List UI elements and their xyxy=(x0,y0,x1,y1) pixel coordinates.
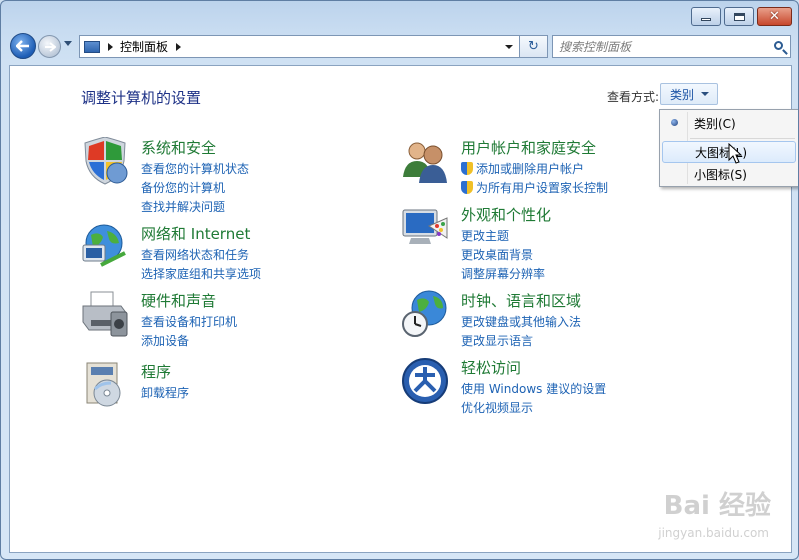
search-icon[interactable] xyxy=(774,41,783,50)
control-panel-icon xyxy=(84,40,100,53)
users-icon xyxy=(403,142,447,183)
link-view-computer-status[interactable]: 查看您的计算机状态 xyxy=(141,160,249,179)
control-panel-window: ✕ 控制面板 ↻ 搜索控制面板 调整计算机的设置 查看方式: 类别 系统和安全 … xyxy=(0,0,799,560)
address-bar[interactable]: 控制面板 xyxy=(79,35,520,58)
breadcrumb-separator-icon[interactable] xyxy=(176,42,182,51)
link-devices-printers[interactable]: 查看设备和打印机 xyxy=(141,313,237,332)
radio-selected-icon xyxy=(671,119,678,126)
breadcrumb-separator-icon[interactable] xyxy=(108,42,113,51)
minimize-icon xyxy=(701,18,711,21)
address-history-dropdown-icon[interactable] xyxy=(505,45,513,49)
category-title[interactable]: 外观和个性化 xyxy=(461,204,551,225)
back-button[interactable] xyxy=(10,33,36,59)
clock-globe-icon xyxy=(402,290,447,337)
link-uninstall-program[interactable]: 卸载程序 xyxy=(141,384,189,403)
uac-shield-icon xyxy=(461,181,473,194)
link-desktop-background[interactable]: 更改桌面背景 xyxy=(461,246,545,265)
link-change-theme[interactable]: 更改主题 xyxy=(461,227,545,246)
menu-item-label: 类别(C) xyxy=(694,116,736,131)
forward-button[interactable] xyxy=(38,35,61,58)
link-optimize-video-display[interactable]: 优化视频显示 xyxy=(461,399,606,418)
mouse-cursor-icon xyxy=(728,143,742,164)
menu-item-small-icons[interactable]: 小图标(S) xyxy=(662,163,796,185)
link-backup-computer[interactable]: 备份您的计算机 xyxy=(141,179,249,198)
link-screen-resolution[interactable]: 调整屏幕分辨率 xyxy=(461,265,545,284)
category-title[interactable]: 程序 xyxy=(141,361,171,382)
caption-buttons: ✕ xyxy=(691,7,792,26)
shield-icon xyxy=(84,137,128,185)
link-add-device[interactable]: 添加设备 xyxy=(141,332,237,351)
link-windows-recommended-settings[interactable]: 使用 Windows 建议的设置 xyxy=(461,380,606,399)
page-title: 调整计算机的设置 xyxy=(81,89,202,107)
monitor-palette-icon xyxy=(402,209,448,244)
maximize-icon xyxy=(733,12,745,21)
menu-item-category[interactable]: 类别(C) xyxy=(662,112,796,134)
refresh-icon: ↻ xyxy=(528,39,539,54)
globe-network-icon xyxy=(82,224,126,267)
menu-separator xyxy=(690,138,795,139)
link-troubleshoot[interactable]: 查找并解决问题 xyxy=(141,198,249,217)
recent-pages-dropdown[interactable] xyxy=(64,41,72,46)
refresh-button[interactable]: ↻ xyxy=(520,35,548,58)
link-homegroup-sharing[interactable]: 选择家庭组和共享选项 xyxy=(141,265,261,284)
chevron-down-icon xyxy=(701,92,710,96)
link-add-remove-accounts[interactable]: 添加或删除用户帐户 xyxy=(461,160,608,179)
printer-icon xyxy=(82,291,128,337)
category-title[interactable]: 网络和 Internet xyxy=(141,223,250,244)
search-input[interactable]: 搜索控制面板 xyxy=(559,38,631,55)
watermark-url: jingyan.baidu.com xyxy=(658,526,769,540)
view-by-value: 类别 xyxy=(670,87,695,102)
close-icon: ✕ xyxy=(769,9,780,24)
link-change-input-method[interactable]: 更改键盘或其他输入法 xyxy=(461,313,581,332)
close-button[interactable]: ✕ xyxy=(757,7,792,26)
menu-item-label: 小图标(S) xyxy=(694,167,747,182)
ease-of-access-icon xyxy=(402,358,448,404)
breadcrumb-control-panel[interactable]: 控制面板 xyxy=(120,38,168,55)
back-arrow-icon xyxy=(16,40,29,52)
link-network-status[interactable]: 查看网络状态和任务 xyxy=(141,246,261,265)
minimize-button[interactable] xyxy=(691,7,721,26)
category-title[interactable]: 用户帐户和家庭安全 xyxy=(461,137,596,158)
category-title[interactable]: 硬件和声音 xyxy=(141,290,216,311)
navigation-bar: 控制面板 ↻ 搜索控制面板 xyxy=(9,32,791,60)
link-change-display-language[interactable]: 更改显示语言 xyxy=(461,332,581,351)
forward-arrow-icon xyxy=(44,41,56,52)
view-by-dropdown[interactable]: 类别 xyxy=(660,83,718,105)
view-by-label: 查看方式: xyxy=(607,90,660,104)
search-box[interactable]: 搜索控制面板 xyxy=(552,35,791,58)
programs-icon xyxy=(86,362,121,407)
link-parental-controls[interactable]: 为所有用户设置家长控制 xyxy=(461,179,608,198)
category-title[interactable]: 轻松访问 xyxy=(461,357,521,378)
category-title[interactable]: 时钟、语言和区域 xyxy=(461,290,581,311)
uac-shield-icon xyxy=(461,162,473,175)
maximize-button[interactable] xyxy=(724,7,754,26)
category-title[interactable]: 系统和安全 xyxy=(141,137,216,158)
watermark-logo: Bai 经验 xyxy=(663,491,771,521)
